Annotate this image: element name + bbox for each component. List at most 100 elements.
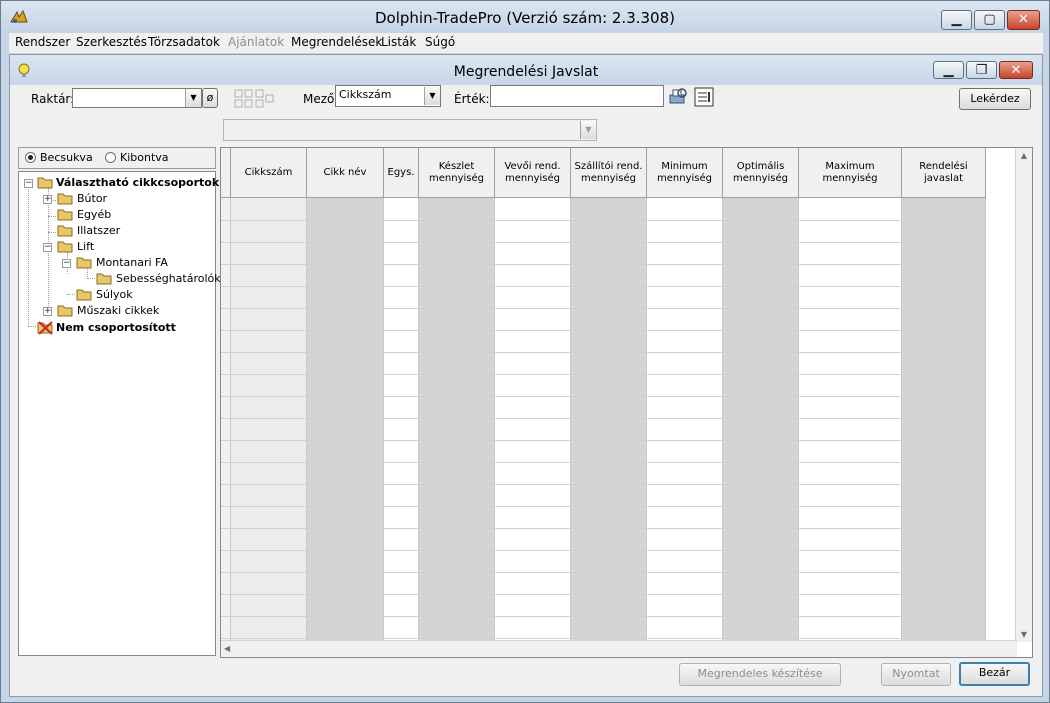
ertek-input[interactable] [490, 85, 664, 107]
tree-item-montanari-fa[interactable]: Montanari FA [96, 256, 168, 269]
table-row [221, 330, 986, 331]
table-row [221, 220, 986, 221]
tree-item-muszaki-cikkek[interactable]: Műszaki cikkek [77, 304, 159, 317]
table-row [221, 308, 986, 309]
minimize-button[interactable]: ▁ [941, 10, 972, 30]
column-header[interactable]: Optimális mennyiség [723, 148, 799, 198]
chevron-down-icon[interactable]: ▼ [424, 87, 440, 105]
raktar-combo[interactable]: ▼ [72, 88, 202, 108]
mezo-value: Cikkszám [339, 88, 392, 101]
close-button[interactable]: ✕ [1007, 10, 1040, 30]
table-row [221, 264, 986, 265]
grid-layout-icon[interactable] [234, 89, 254, 109]
maximize-button[interactable]: ▢ [974, 10, 1005, 30]
close-form-button[interactable]: Bezár [959, 662, 1030, 686]
vertical-scrollbar[interactable]: ▲ ▼ [1015, 148, 1032, 642]
folder-icon [96, 273, 112, 285]
scroll-left-icon[interactable]: ◀ [224, 644, 230, 653]
category-tree[interactable]: − Választható cikkcsoportok: + Bútor Egy… [18, 171, 224, 656]
scroll-down-icon[interactable]: ▼ [1016, 630, 1032, 639]
folder-open-icon [76, 257, 92, 269]
expand-icon[interactable]: + [43, 307, 52, 316]
menu-megrendelesek[interactable]: Megrendelések [291, 35, 382, 49]
tree-item-sebessegharatolok[interactable]: Sebességhatárolók [116, 272, 221, 285]
column-header[interactable]: Szállítói rend. mennyiség [571, 148, 647, 198]
raktar-label: Raktár: [31, 92, 75, 106]
table-row [221, 638, 986, 639]
tree-item-ungrouped[interactable]: Nem csoportosított [56, 321, 176, 334]
tree-item-egyeb[interactable]: Egyéb [77, 208, 111, 221]
chevron-down-icon[interactable]: ▼ [185, 89, 201, 107]
column-header[interactable] [221, 148, 231, 198]
menu-szerkesztes[interactable]: Szerkesztés [76, 35, 147, 49]
column-header[interactable]: Vevői rend. mennyiség [495, 148, 571, 198]
column-header[interactable]: Minimum mennyiség [647, 148, 723, 198]
folder-icon [57, 193, 73, 205]
column-header[interactable]: Készlet mennyiség [419, 148, 495, 198]
column-header[interactable]: Rendelési javaslat [902, 148, 986, 198]
column-header[interactable]: Egys. [384, 148, 419, 198]
collapse-icon[interactable]: − [43, 243, 52, 252]
minimize-icon: ▁ [951, 12, 962, 27]
tree-item-lift[interactable]: Lift [77, 240, 94, 253]
print-button[interactable]: Nyomtat [881, 663, 951, 686]
menu-sugo[interactable]: Súgó [425, 35, 455, 49]
tree-layout-icon[interactable] [255, 89, 275, 109]
title-bar[interactable]: Dolphin-TradePro (Verzió szám: 2.3.308) … [1, 1, 1049, 33]
column-header[interactable]: Cikk név [307, 148, 384, 198]
folder-icon [57, 225, 73, 237]
raktar-clear-button[interactable]: ø [202, 88, 218, 108]
column-header[interactable]: Cikkszám [231, 148, 307, 198]
collapse-icon[interactable]: − [62, 259, 71, 268]
column-header[interactable]: Maximum mennyiség [799, 148, 902, 198]
table-row [221, 594, 986, 595]
menu-torzsadatok[interactable]: Törzsadatok [148, 35, 220, 49]
table-row [221, 286, 986, 287]
mezo-label: Mező: [303, 92, 339, 106]
menu-ajanlatok[interactable]: Ajánlatok [228, 35, 284, 49]
close-icon: ✕ [1010, 63, 1022, 78]
horizontal-scrollbar[interactable]: ◀ [221, 640, 1017, 657]
table-row [221, 440, 986, 441]
window-title: Dolphin-TradePro (Verzió szám: 2.3.308) [374, 9, 675, 27]
child-title-bar[interactable]: Megrendelési Javslat ▁ ❐ ✕ [10, 55, 1042, 85]
scroll-up-icon[interactable]: ▲ [1016, 151, 1032, 160]
print-preview-icon[interactable] [667, 86, 689, 108]
collapsed-radio[interactable] [25, 152, 36, 163]
ertek-label: Érték: [454, 92, 490, 106]
restore-icon: ❐ [975, 63, 988, 78]
results-grid[interactable]: Cikkszám Cikk név Egys. Készlet mennyiség Ve… [220, 147, 1033, 658]
list-view-icon[interactable] [693, 86, 715, 108]
main-window: Dolphin-TradePro (Verzió szám: 2.3.308) … [0, 0, 1050, 703]
folder-icon [57, 305, 73, 317]
child-window: Megrendelési Javslat ▁ ❐ ✕ Raktár: ▼ ø M… [9, 54, 1043, 697]
tree-root[interactable]: Választható cikkcsoportok: [56, 176, 224, 189]
expand-icon[interactable]: + [43, 195, 52, 204]
table-row [221, 418, 986, 419]
tree-item-butor[interactable]: Bútor [77, 192, 107, 205]
menu-bar: Rendszer Szerkesztés Törzsadatok Ajánlat… [9, 33, 1043, 53]
table-row [221, 462, 986, 463]
child-minimize-button[interactable]: ▁ [933, 61, 964, 79]
close-icon: ✕ [1018, 12, 1029, 27]
maximize-icon: ▢ [983, 12, 996, 27]
collapsed-label: Becsukva [40, 151, 93, 164]
folder-open-icon [37, 177, 53, 189]
expanded-radio[interactable] [105, 152, 116, 163]
collapse-icon[interactable]: − [24, 179, 33, 188]
tree-toggle: Becsukva Kibontva [18, 147, 216, 169]
menu-rendszer[interactable]: Rendszer [15, 35, 70, 49]
tree-item-illatszer[interactable]: Illatszer [77, 224, 120, 237]
expanded-label: Kibontva [120, 151, 169, 164]
child-close-button[interactable]: ✕ [999, 61, 1033, 79]
create-order-button[interactable]: Megrendeles készítése [679, 663, 841, 686]
child-title: Megrendelési Javslat [453, 64, 599, 80]
menu-listak[interactable]: Listák [381, 35, 416, 49]
folder-open-icon [57, 241, 73, 253]
tree-item-sulyok[interactable]: Súlyok [96, 288, 133, 301]
child-restore-button[interactable]: ❐ [966, 61, 997, 79]
secondary-combo[interactable]: ▼ [223, 119, 597, 141]
mezo-combo[interactable]: Cikkszám ▼ [335, 85, 441, 107]
query-button[interactable]: Lekérdez [959, 88, 1031, 110]
chevron-down-icon[interactable]: ▼ [580, 121, 596, 139]
